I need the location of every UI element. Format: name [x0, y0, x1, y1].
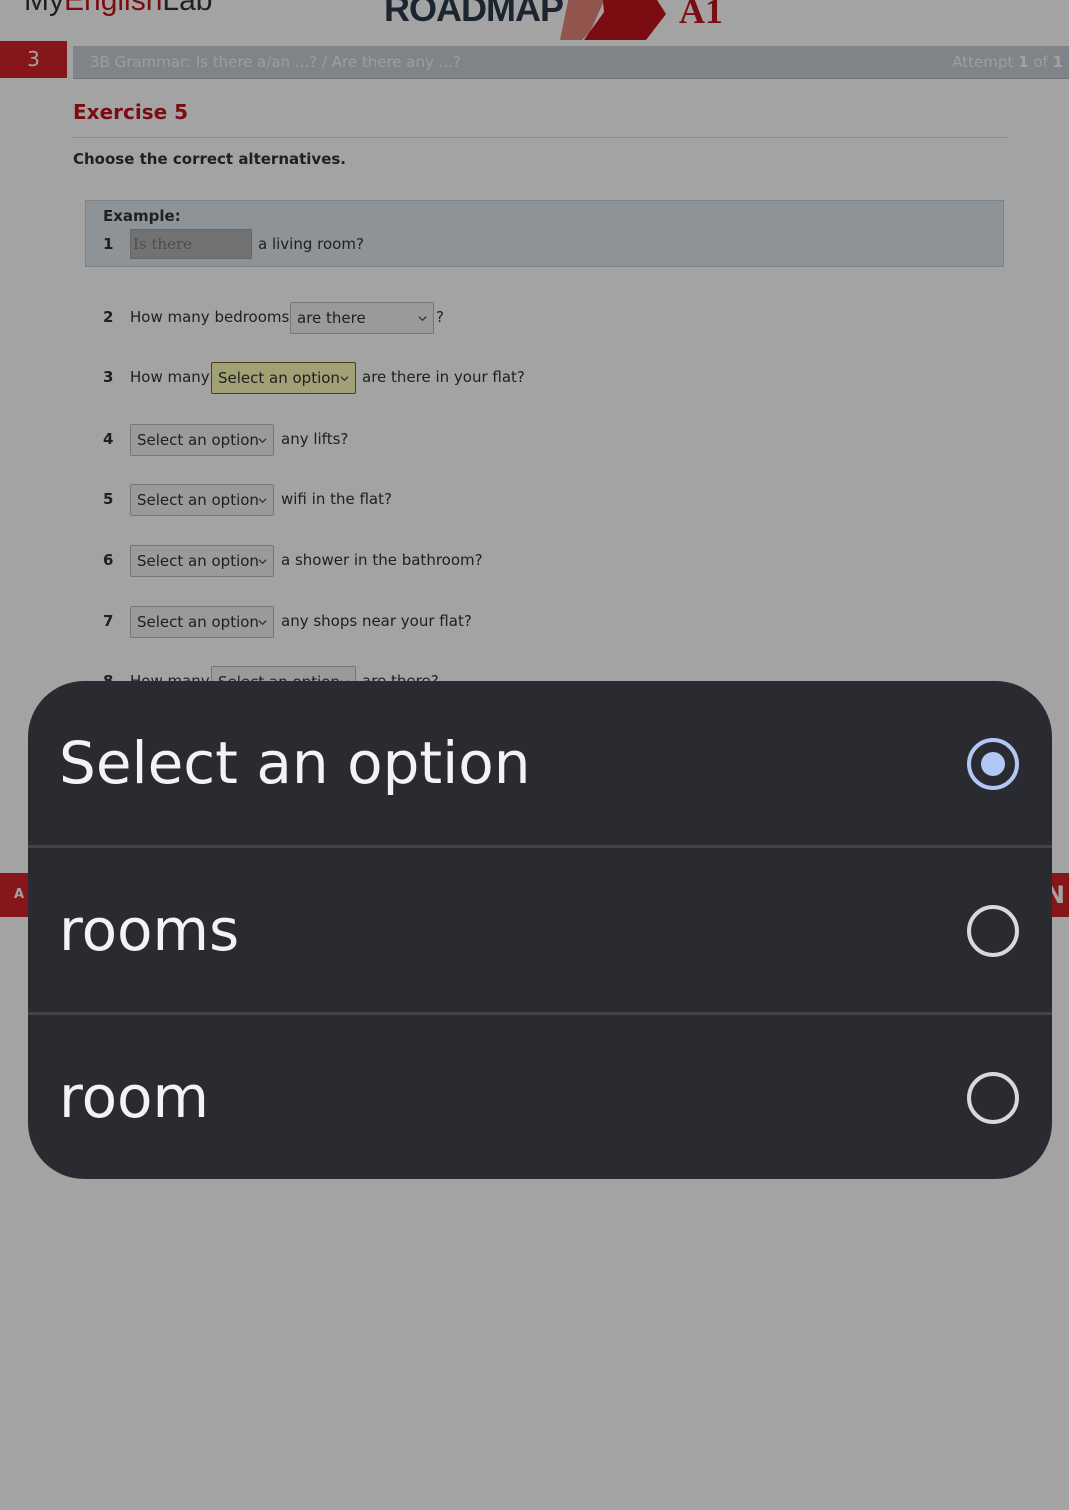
picker-option-room[interactable]: room	[28, 1015, 1052, 1179]
picker-option-label: rooms	[59, 896, 240, 964]
radio-unchecked-icon	[967, 1072, 1019, 1124]
picker-option-select-an-option[interactable]: Select an option	[28, 681, 1052, 847]
picker-option-label: Select an option	[59, 729, 531, 797]
radio-dot	[981, 752, 1005, 776]
picker-option-label: room	[59, 1063, 210, 1131]
radio-unchecked-icon	[967, 905, 1019, 957]
option-picker-dialog: Select an option rooms room	[28, 681, 1052, 1179]
radio-checked-icon	[967, 738, 1019, 790]
picker-option-rooms[interactable]: rooms	[28, 848, 1052, 1014]
